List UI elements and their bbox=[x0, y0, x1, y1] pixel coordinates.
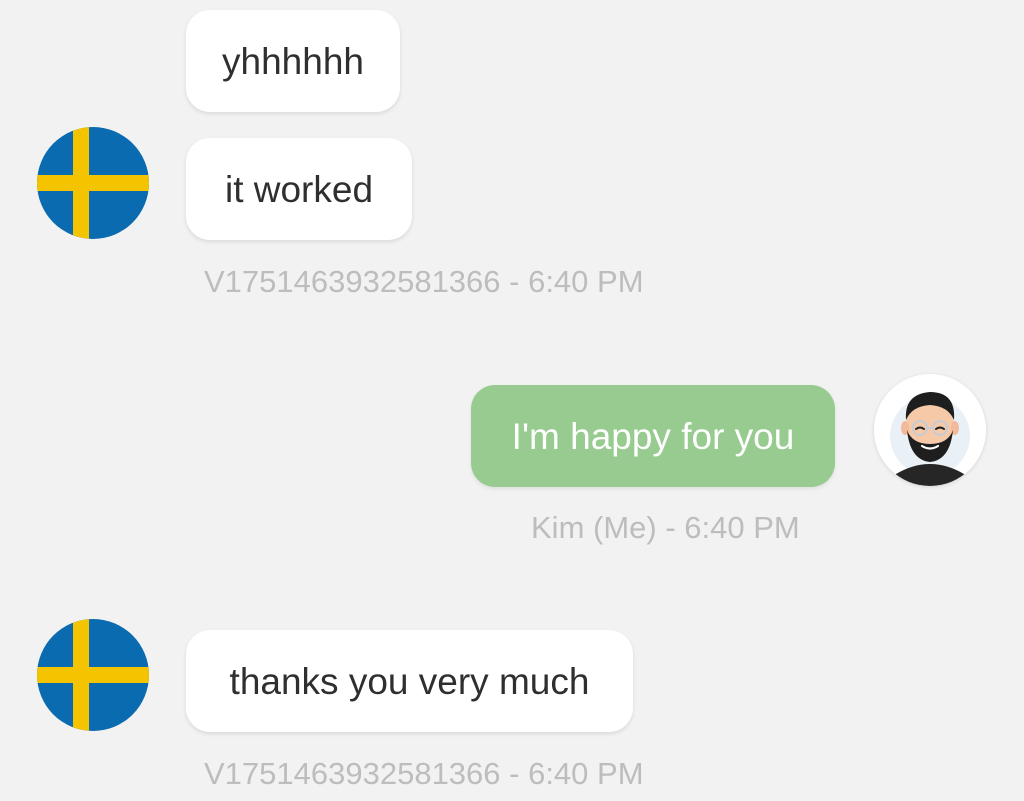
sweden-flag-icon bbox=[37, 619, 149, 731]
incoming-message-bubble[interactable]: yhhhhhh bbox=[186, 10, 400, 112]
message-text: it worked bbox=[224, 168, 374, 210]
message-text: thanks you very much bbox=[229, 660, 590, 702]
sweden-flag-icon bbox=[37, 127, 149, 239]
incoming-message-bubble[interactable]: it worked bbox=[186, 138, 412, 240]
bearded-man-avatar[interactable] bbox=[874, 374, 986, 486]
message-sender-timestamp: V1751463932581366 - 6:40 PM bbox=[204, 756, 644, 791]
sweden-flag-avatar[interactable] bbox=[37, 127, 149, 239]
message-text: I'm happy for you bbox=[511, 415, 795, 457]
bearded-man-icon bbox=[874, 374, 986, 486]
outgoing-message-bubble[interactable]: I'm happy for you bbox=[471, 385, 835, 487]
chat-thread: yhhhhhh it worked V1751463932581366 - 6:… bbox=[0, 0, 1024, 801]
incoming-message-bubble[interactable]: thanks you very much bbox=[186, 630, 633, 732]
message-text: yhhhhhh bbox=[222, 40, 364, 82]
message-sender-timestamp: Kim (Me) - 6:40 PM bbox=[531, 510, 800, 545]
message-sender-timestamp: V1751463932581366 - 6:40 PM bbox=[204, 264, 644, 299]
sweden-flag-avatar[interactable] bbox=[37, 619, 149, 731]
